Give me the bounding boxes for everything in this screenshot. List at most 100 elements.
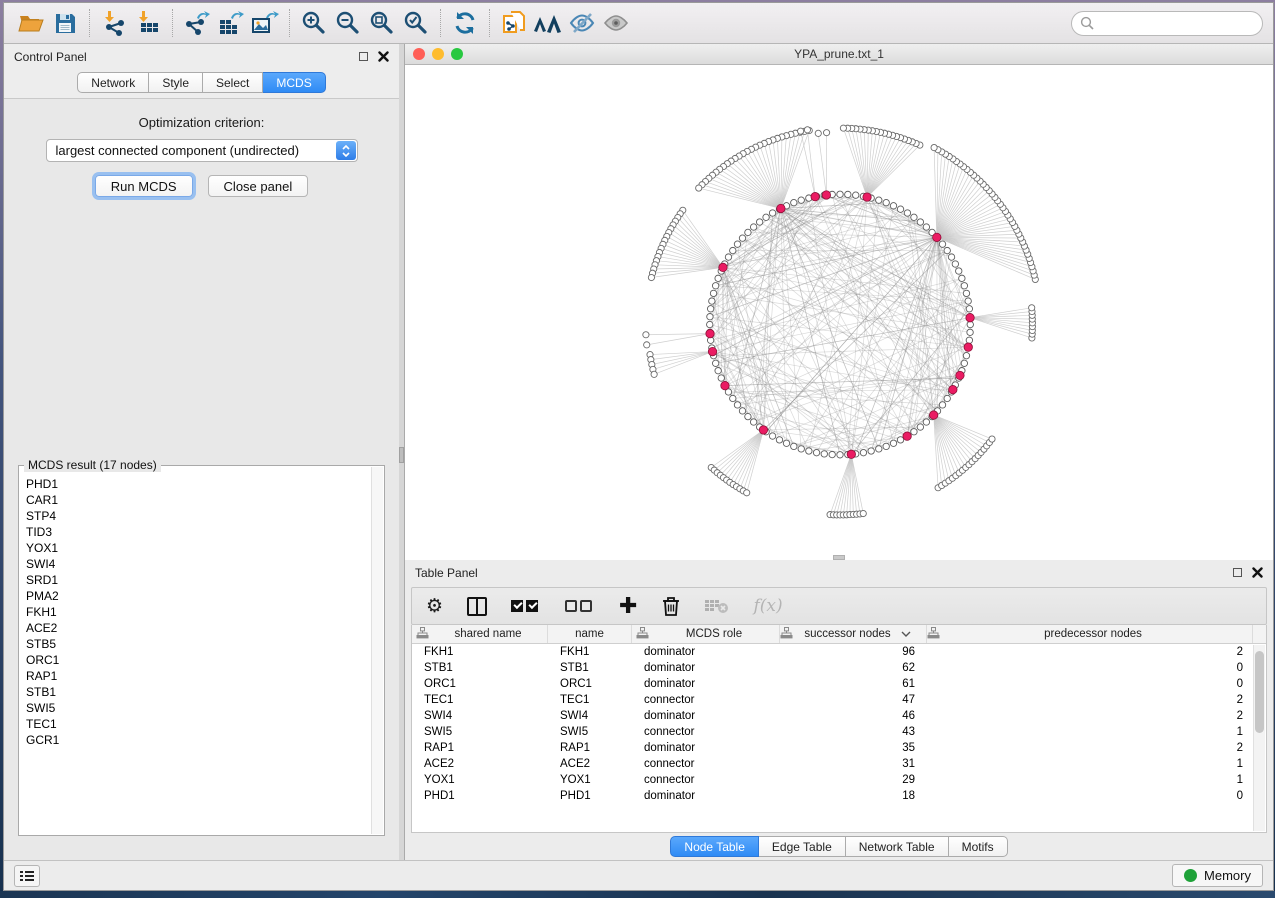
table-cell: YOX1 — [412, 774, 548, 786]
task-history-button[interactable] — [14, 865, 40, 887]
mcds-result-item[interactable]: SWI4 — [20, 556, 371, 572]
close-table-panel-icon[interactable] — [1252, 567, 1263, 578]
mcds-result-item[interactable]: STB1 — [20, 684, 371, 700]
table-options-icon[interactable]: ⚙ — [426, 594, 443, 618]
close-panel-button[interactable]: Close panel — [208, 175, 309, 197]
table-scrollbar[interactable] — [1253, 645, 1265, 831]
table-row[interactable]: ORC1ORC1dominator610 — [412, 676, 1253, 692]
mcds-list-scrollbar[interactable] — [371, 467, 383, 834]
export-image-icon[interactable] — [248, 7, 282, 39]
deselect-all-icon[interactable] — [565, 594, 595, 618]
mcds-result-item[interactable]: TID3 — [20, 524, 371, 540]
import-table-icon[interactable] — [131, 7, 165, 39]
hide-selected-icon[interactable] — [565, 7, 599, 39]
table-row[interactable]: TEC1TEC1connector472 — [412, 692, 1253, 708]
control-panel-title: Control Panel — [14, 50, 87, 64]
zoom-selected-icon[interactable] — [399, 7, 433, 39]
clone-network-icon[interactable] — [497, 7, 531, 39]
column-header-predecessor-nodes[interactable]: predecessor nodes — [927, 625, 1253, 643]
mcds-result-item[interactable]: RAP1 — [20, 668, 371, 684]
run-mcds-button[interactable]: Run MCDS — [95, 175, 193, 197]
table-cell: 18 — [780, 790, 927, 802]
create-column-icon[interactable]: ✚ — [619, 594, 637, 618]
mcds-result-item[interactable]: GCR1 — [20, 732, 371, 748]
tab-network[interactable]: Network — [77, 72, 149, 93]
column-header-successor-nodes[interactable]: successor nodes — [780, 625, 927, 643]
table-scrollbar-thumb[interactable] — [1255, 651, 1264, 733]
mcds-result-item[interactable]: STP4 — [20, 508, 371, 524]
first-neighbors-icon[interactable] — [531, 7, 565, 39]
zoom-out-icon[interactable] — [331, 7, 365, 39]
import-network-icon[interactable] — [97, 7, 131, 39]
mcds-result-item[interactable]: STB5 — [20, 636, 371, 652]
table-cell: 0 — [927, 662, 1253, 674]
criterion-select[interactable]: largest connected component (undirected) — [46, 139, 358, 162]
tab-node-table[interactable]: Node Table — [670, 836, 759, 857]
float-table-panel-icon[interactable] — [1233, 568, 1242, 577]
table-row[interactable]: FKH1FKH1dominator962 — [412, 644, 1253, 660]
float-panel-icon[interactable] — [359, 52, 368, 61]
tab-edge-table[interactable]: Edge Table — [759, 836, 846, 857]
tab-network-table[interactable]: Network Table — [846, 836, 949, 857]
table-cell: dominator — [632, 646, 780, 658]
table-cell: 2 — [927, 742, 1253, 754]
apply-layout-icon[interactable] — [448, 7, 482, 39]
column-header-shared-name[interactable]: shared name — [412, 625, 548, 643]
table-header-row: shared namenameMCDS rolesuccessor nodesp… — [412, 625, 1266, 644]
network-canvas[interactable] — [405, 65, 1273, 560]
table-cell: connector — [632, 726, 780, 738]
search-input[interactable] — [1099, 16, 1254, 30]
mcds-result-item[interactable]: ACE2 — [20, 620, 371, 636]
tab-motifs[interactable]: Motifs — [949, 836, 1008, 857]
mcds-result-item[interactable]: PHD1 — [20, 476, 371, 492]
mcds-result-item[interactable]: SWI5 — [20, 700, 371, 716]
select-stepper-icon — [336, 141, 356, 160]
horizontal-splitter-handle[interactable] — [833, 555, 845, 560]
network-view-window: YPA_prune.txt_1 — [404, 44, 1273, 560]
open-session-icon[interactable] — [14, 7, 48, 39]
zoom-fit-icon[interactable] — [365, 7, 399, 39]
zoom-in-icon[interactable] — [297, 7, 331, 39]
table-cell: dominator — [632, 790, 780, 802]
table-cell: 96 — [780, 646, 927, 658]
mcds-result-item[interactable]: ORC1 — [20, 652, 371, 668]
mcds-result-item[interactable]: YOX1 — [20, 540, 371, 556]
export-network-icon[interactable] — [180, 7, 214, 39]
table-cell: ORC1 — [412, 678, 548, 690]
column-header-name[interactable]: name — [548, 625, 632, 643]
tab-style[interactable]: Style — [149, 72, 203, 93]
table-body: FKH1FKH1dominator962STB1STB1dominator620… — [412, 644, 1266, 832]
delete-columns-icon[interactable] — [661, 594, 681, 618]
table-row[interactable]: PHD1PHD1dominator180 — [412, 788, 1253, 804]
memory-button-label: Memory — [1204, 868, 1251, 883]
mcds-result-item[interactable]: TEC1 — [20, 716, 371, 732]
table-cell: 35 — [780, 742, 927, 754]
toolbar-separator — [89, 9, 90, 37]
column-namespace-icon — [780, 627, 797, 642]
save-session-icon[interactable] — [48, 7, 82, 39]
mcds-result-item[interactable]: PMA2 — [20, 588, 371, 604]
table-row[interactable]: RAP1RAP1dominator352 — [412, 740, 1253, 756]
mcds-result-item[interactable]: CAR1 — [20, 492, 371, 508]
tab-select[interactable]: Select — [203, 72, 263, 93]
table-row[interactable]: SWI5SWI5connector431 — [412, 724, 1253, 740]
show-graphics-details-icon[interactable] — [599, 7, 633, 39]
show-columns-icon[interactable] — [467, 594, 487, 618]
export-table-icon[interactable] — [214, 7, 248, 39]
network-window-titlebar[interactable]: YPA_prune.txt_1 — [405, 44, 1273, 65]
select-all-icon[interactable] — [511, 594, 541, 618]
column-namespace-icon — [416, 627, 433, 642]
mcds-result-item[interactable]: FKH1 — [20, 604, 371, 620]
table-row[interactable]: SWI4SWI4dominator462 — [412, 708, 1253, 724]
close-panel-icon[interactable] — [378, 51, 389, 62]
mcds-result-item[interactable]: SRD1 — [20, 572, 371, 588]
table-row[interactable]: ACE2ACE2connector311 — [412, 756, 1253, 772]
search-field[interactable] — [1071, 11, 1263, 36]
table-row[interactable]: YOX1YOX1connector291 — [412, 772, 1253, 788]
table-row[interactable]: STB1STB1dominator620 — [412, 660, 1253, 676]
tab-mcds[interactable]: MCDS — [263, 72, 325, 93]
memory-button[interactable]: Memory — [1172, 864, 1263, 887]
table-cell: ACE2 — [412, 758, 548, 770]
column-header-MCDS-role[interactable]: MCDS role — [632, 625, 780, 643]
table-cell: 31 — [780, 758, 927, 770]
